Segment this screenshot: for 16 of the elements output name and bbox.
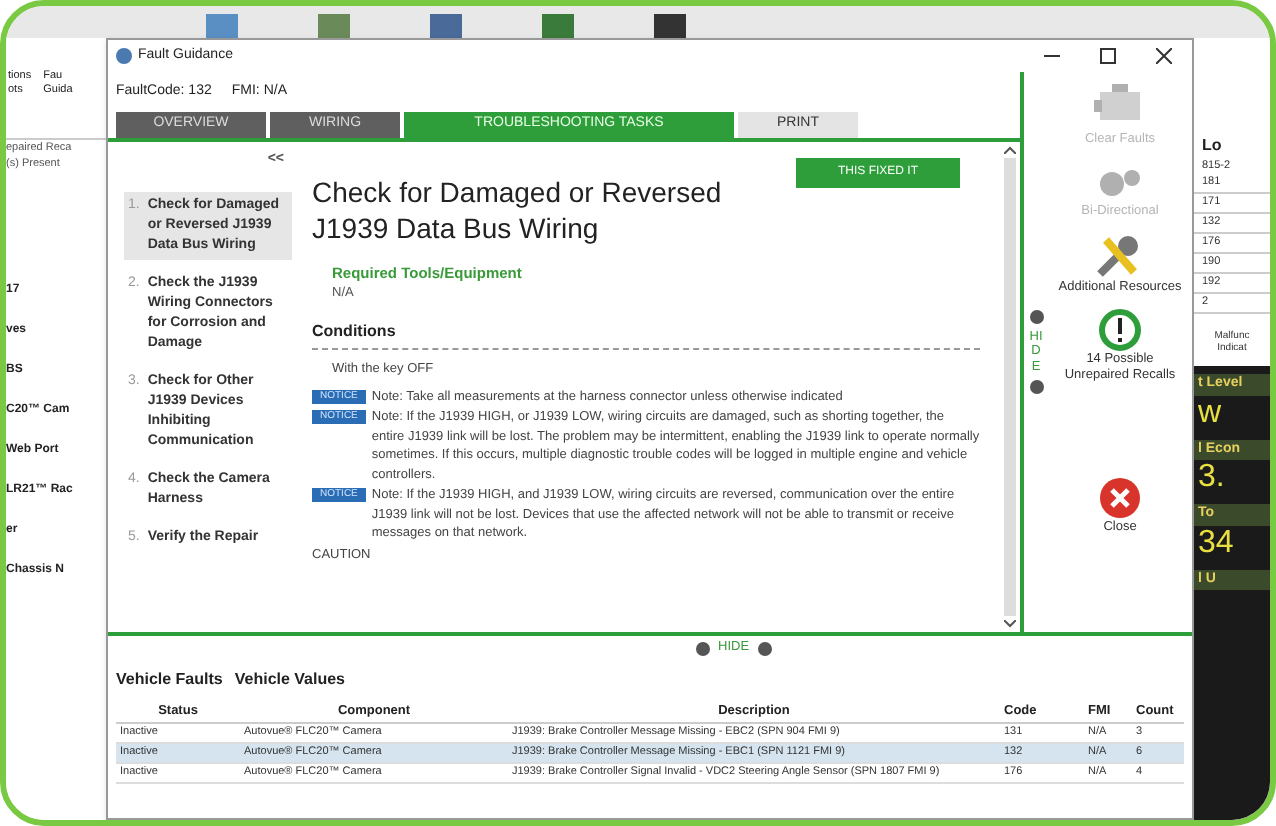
- close-icon[interactable]: [1156, 48, 1172, 64]
- conditions-heading: Conditions: [312, 320, 980, 350]
- gauge-value: w: [1196, 395, 1224, 432]
- column-header: Lo: [1200, 134, 1224, 158]
- gauge-value: 3.: [1196, 460, 1227, 497]
- section-title: Check for Damaged or Reversed J1939 Data Bus Wiring: [312, 174, 724, 246]
- recall-icon: [1098, 308, 1142, 352]
- panel-tab[interactable]: Vehicle Values: [234, 668, 346, 692]
- panel-tab[interactable]: Vehicle Faults: [116, 668, 223, 692]
- scroll-up-icon[interactable]: [1004, 146, 1016, 154]
- app-icon: [116, 48, 132, 64]
- scrollbar[interactable]: [1000, 142, 1020, 632]
- scroll-down-icon[interactable]: [1004, 620, 1016, 628]
- maximize-icon[interactable]: [1100, 48, 1116, 64]
- close-icon: [1098, 476, 1142, 520]
- gauge-value: 34: [1196, 525, 1236, 562]
